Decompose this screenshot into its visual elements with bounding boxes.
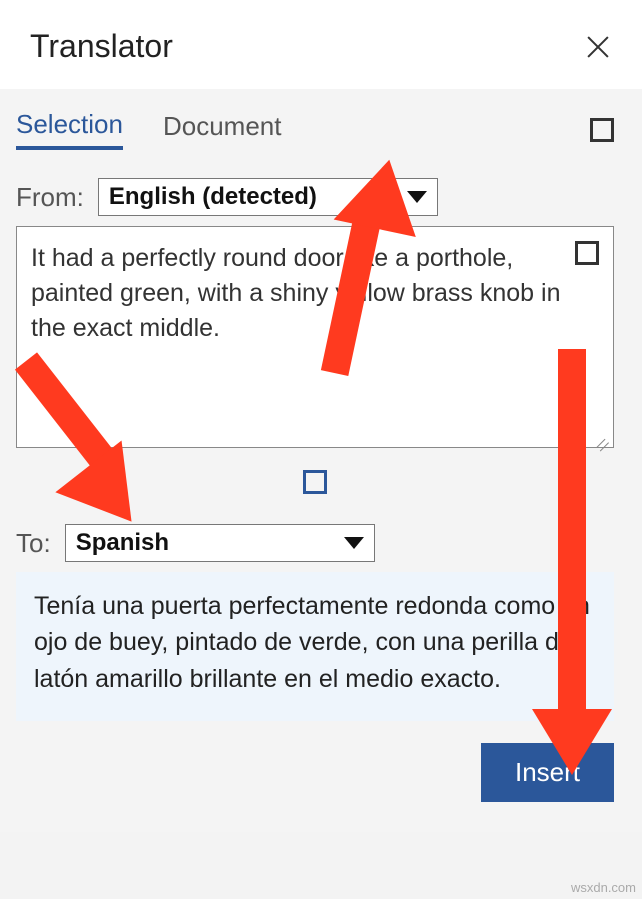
panel-body: Selection Document From: English (detect… <box>0 89 642 832</box>
output-text: Tenía una puerta perfectamente redonda c… <box>34 592 590 693</box>
insert-button[interactable]: Insert <box>481 743 614 802</box>
swap-row <box>16 448 614 524</box>
watermark: wsxdn.com <box>571 880 636 895</box>
source-text: It had a perfectly round door like a por… <box>31 244 560 342</box>
to-language-select[interactable]: Spanish <box>65 524 375 562</box>
chevron-down-icon <box>407 191 427 203</box>
to-row: To: Spanish <box>16 524 614 562</box>
resize-handle-icon[interactable] <box>597 431 609 443</box>
footer: Insert <box>16 721 614 802</box>
chevron-down-icon <box>344 537 364 549</box>
from-language-value: English (detected) <box>109 183 317 211</box>
translator-panel: Translator Selection Document From: Engl… <box>0 0 642 832</box>
tab-selection[interactable]: Selection <box>16 109 123 150</box>
from-row: From: English (detected) <box>16 178 614 216</box>
tab-document[interactable]: Document <box>163 111 282 148</box>
panel-header: Translator <box>0 0 642 89</box>
source-textarea[interactable]: It had a perfectly round door like a por… <box>16 226 614 448</box>
clear-icon[interactable] <box>575 241 599 265</box>
close-icon[interactable] <box>582 31 614 63</box>
from-label: From: <box>16 182 84 213</box>
from-language-select[interactable]: English (detected) <box>98 178 438 216</box>
swap-languages-icon[interactable] <box>303 470 327 494</box>
to-label: To: <box>16 528 51 559</box>
translation-output: Tenía una puerta perfectamente redonda c… <box>16 572 614 721</box>
tabs: Selection Document <box>16 109 614 178</box>
to-language-value: Spanish <box>76 529 169 557</box>
popout-icon[interactable] <box>590 118 614 142</box>
panel-title: Translator <box>30 28 173 65</box>
